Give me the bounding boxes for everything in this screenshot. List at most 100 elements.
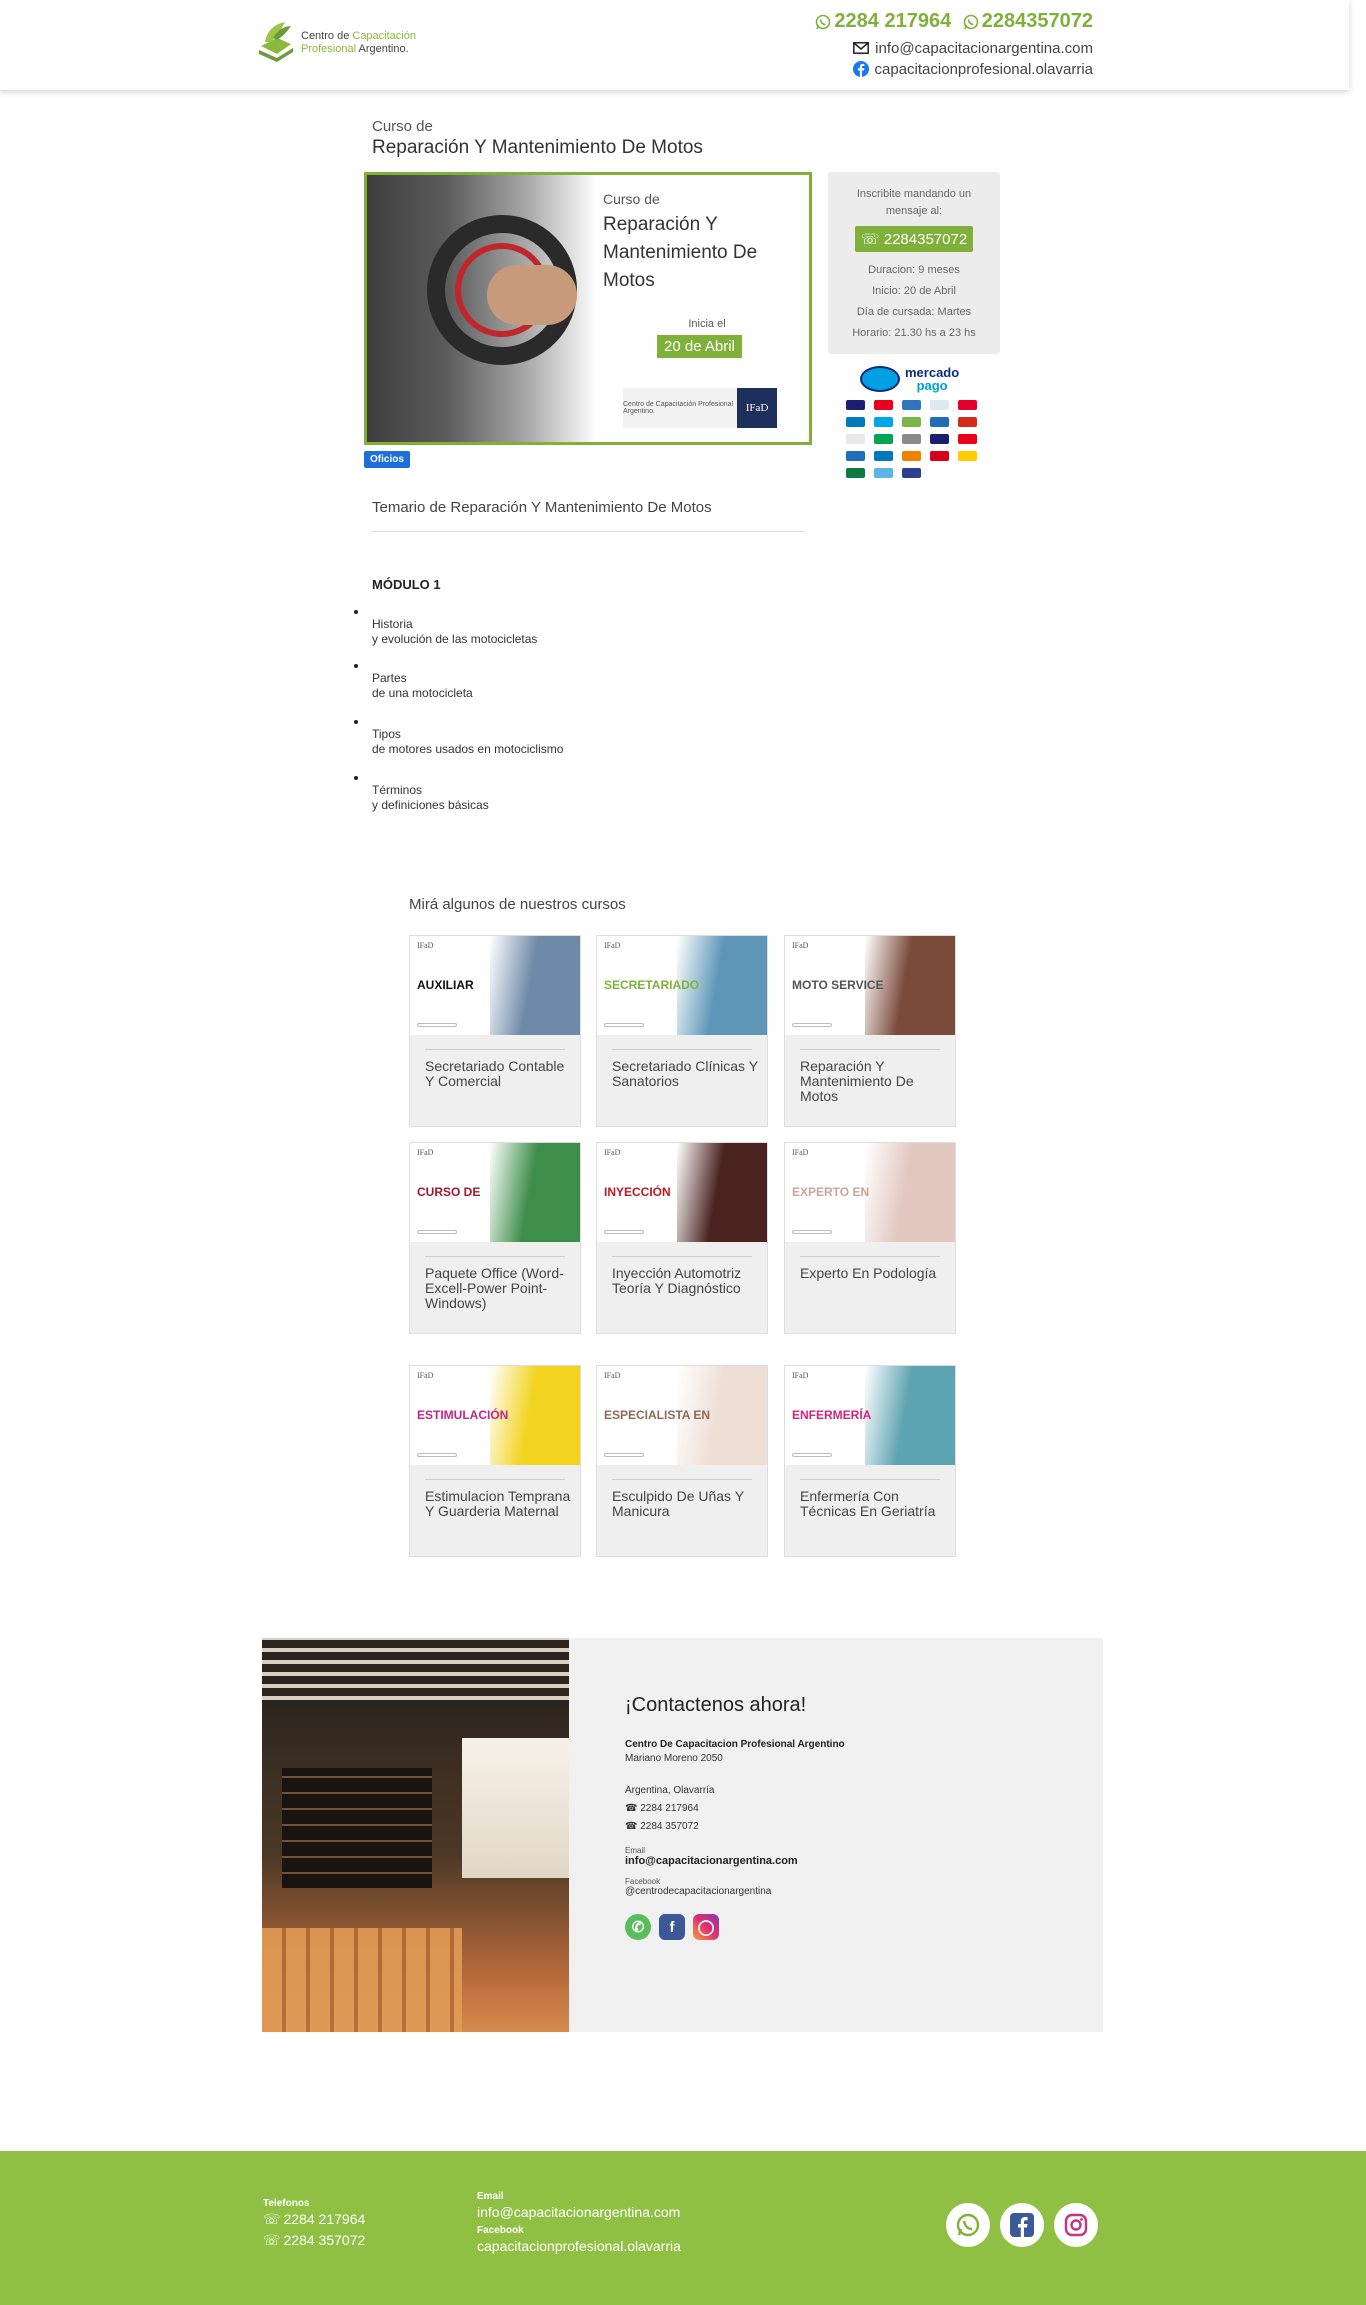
course-card[interactable]: IFaD AUXILIAR Secretariado Contable Y Come… [409,935,581,1127]
header-email-link[interactable]: info@capacitacionargentina.com [809,40,1093,57]
ifad-logo: IFaD [792,941,809,950]
header-contact: 2284 217964 2284357072 info@capacitacion… [809,10,1093,78]
payment-card-logo [874,468,893,478]
thumb-bar [417,1023,457,1027]
contact-facebook-label: Facebook [625,1877,661,1886]
course-card[interactable]: IFaD INYECCIÓN Inyección Automotriz Teoría… [596,1142,768,1334]
payment-card-logo [930,400,949,410]
thumb-bar [417,1230,457,1234]
course-photo [865,1143,955,1242]
course-thumbnail[interactable]: IFaD AUXILIAR [410,936,580,1035]
site-logo[interactable]: Centro de Capacitación Profesional Argen… [255,20,416,66]
payment-card-logo [930,434,949,444]
footer-social [946,2203,1098,2247]
course-thumb-label: MOTO SERVICE [792,978,884,992]
header-phone-1[interactable]: 2284 217964 [815,10,951,33]
payment-card-logo [846,417,865,427]
course-card[interactable]: IFaD CURSO DE Paquete Office (Word-Excell-… [409,1142,581,1334]
payment-card-logo [874,451,893,461]
phone-icon: ☎ [625,1821,638,1832]
banner-logo-centro: Centro de Capacitación Profesional Argen… [623,388,737,428]
course-card-title[interactable]: Inyección Automotriz Teoría Y Diagnóstic… [612,1266,760,1296]
payment-methods: mercado pago [846,366,981,546]
course-card-title[interactable]: Experto En Podología [800,1266,948,1281]
enroll-intro: Inscribite mandando un mensaje al: [856,188,972,217]
footer-facebook[interactable]: capacitacionprofesional.olavarria [477,2236,681,2257]
course-card-title[interactable]: Secretariado Contable Y Comercial [425,1059,573,1089]
site-header: Centro de Capacitación Profesional Argen… [0,0,1349,90]
syllabus-topic: Partes de una motocicleta [372,671,473,700]
course-thumbnail[interactable]: IFaD INYECCIÓN [597,1143,767,1242]
page-title: Reparación Y Mantenimiento De Motos [372,137,703,158]
course-thumbnail[interactable]: IFaD MOTO SERVICE [785,936,955,1035]
contact-email[interactable]: info@capacitacionargentina.com [625,1855,845,1867]
course-thumbnail[interactable]: IFaD ESPECIALISTA EN [597,1366,767,1465]
course-card[interactable]: IFaD ESPECIALISTA EN Esculpido De Uñas Y M… [596,1365,768,1557]
divider [612,1479,752,1480]
payment-card-logos [846,400,981,478]
course-card-title[interactable]: Reparación Y Mantenimiento De Motos [800,1059,948,1104]
course-card[interactable]: IFaD ESTIMULACIÓN Estimulacion Temprana Y … [409,1365,581,1557]
instagram-icon[interactable] [1054,2203,1098,2247]
payment-card-logo [958,434,977,444]
divider [612,1256,752,1257]
payment-card-logo [958,400,977,410]
course-card-title[interactable]: Enfermería Con Técnicas En Geriatría [800,1489,948,1519]
course-thumbnail[interactable]: IFaD SECRETARIADO [597,936,767,1035]
footer-email-label: Email [477,2191,504,2202]
contact-city: Argentina, Olavarría [625,1785,715,1796]
whatsapp-icon [963,14,979,29]
payment-card-logo [902,417,921,427]
bullet [354,610,358,614]
contact-phone-2[interactable]: ☎ 2284 357072 [625,1818,845,1836]
payment-card-logo [874,400,893,410]
divider [800,1049,940,1050]
payment-card-logo [902,451,921,461]
footer-email[interactable]: info@capacitacionargentina.com [477,2202,681,2223]
whatsapp-icon[interactable] [946,2203,990,2247]
banner-title: Reparación Y Mantenimiento De Motos [603,214,758,291]
divider [372,531,804,532]
facebook-icon[interactable] [1000,2203,1044,2247]
course-thumb-label: ENFERMERÍA [792,1408,872,1422]
course-thumb-label: EXPERTO EN [792,1185,870,1199]
banner-logos: Centro de Capacitación Profesional Argen… [623,388,779,428]
contact-email-label: Email [625,1846,646,1855]
thumb-bar [792,1230,832,1234]
thumb-bar [792,1023,832,1027]
instagram-icon[interactable]: ◯ [693,1914,719,1940]
footer-phone-1[interactable]: ☏ 2284 217964 [263,2209,365,2230]
header-facebook-link[interactable]: capacitacionprofesional.olavarria [809,61,1093,78]
contact-phone-1[interactable]: ☎ 2284 217964 [625,1800,845,1818]
bullet [354,664,358,668]
classroom-photo [262,1638,569,2032]
module-heading: MÓDULO 1 [372,577,441,592]
course-card[interactable]: IFaD ENFERMERÍA Enfermería Con Técnicas En… [784,1365,956,1557]
whatsapp-enroll-button[interactable]: ☏ 2284357072 [854,226,974,252]
category-tag[interactable]: Oficios [364,451,410,468]
ifad-logo: IFaD [792,1148,809,1157]
contact-address: Mariano Moreno 2050 [625,1753,723,1764]
course-kicker: Curso de [372,118,433,135]
whatsapp-icon[interactable]: ✆ [625,1914,651,1940]
course-thumbnail[interactable]: IFaD ENFERMERÍA [785,1366,955,1465]
course-card-title[interactable]: Esculpido De Uñas Y Manicura [612,1489,760,1519]
course-thumbnail[interactable]: IFaD CURSO DE [410,1143,580,1242]
contact-org: Centro De Capacitacion Profesional Argen… [625,1739,845,1750]
course-thumb-label: AUXILIAR [417,978,474,992]
course-thumbnail[interactable]: IFaD EXPERTO EN [785,1143,955,1242]
contact-facebook[interactable]: @centrodecapacitacionargentina [625,1886,845,1898]
course-card-title[interactable]: Estimulacion Temprana Y Guarderia Matern… [425,1489,573,1519]
header-phone-2[interactable]: 2284357072 [963,10,1093,33]
course-card-title[interactable]: Secretariado Clínicas Y Sanatorios [612,1059,760,1089]
payment-card-logo [846,400,865,410]
payment-card-logo [930,451,949,461]
course-card[interactable]: IFaD SECRETARIADO Secretariado Clínicas Y … [596,935,768,1127]
course-card[interactable]: IFaD EXPERTO EN Experto En Podología [784,1142,956,1334]
banner-start-date: 20 de Abril [657,335,742,358]
facebook-icon[interactable]: f [659,1914,685,1940]
course-card-title[interactable]: Paquete Office (Word-Excell-Power Point-… [425,1266,573,1311]
course-thumbnail[interactable]: IFaD ESTIMULACIÓN [410,1366,580,1465]
course-card[interactable]: IFaD MOTO SERVICE Reparación Y Mantenimien… [784,935,956,1127]
footer-phone-2[interactable]: ☏ 2284 357072 [263,2230,365,2251]
